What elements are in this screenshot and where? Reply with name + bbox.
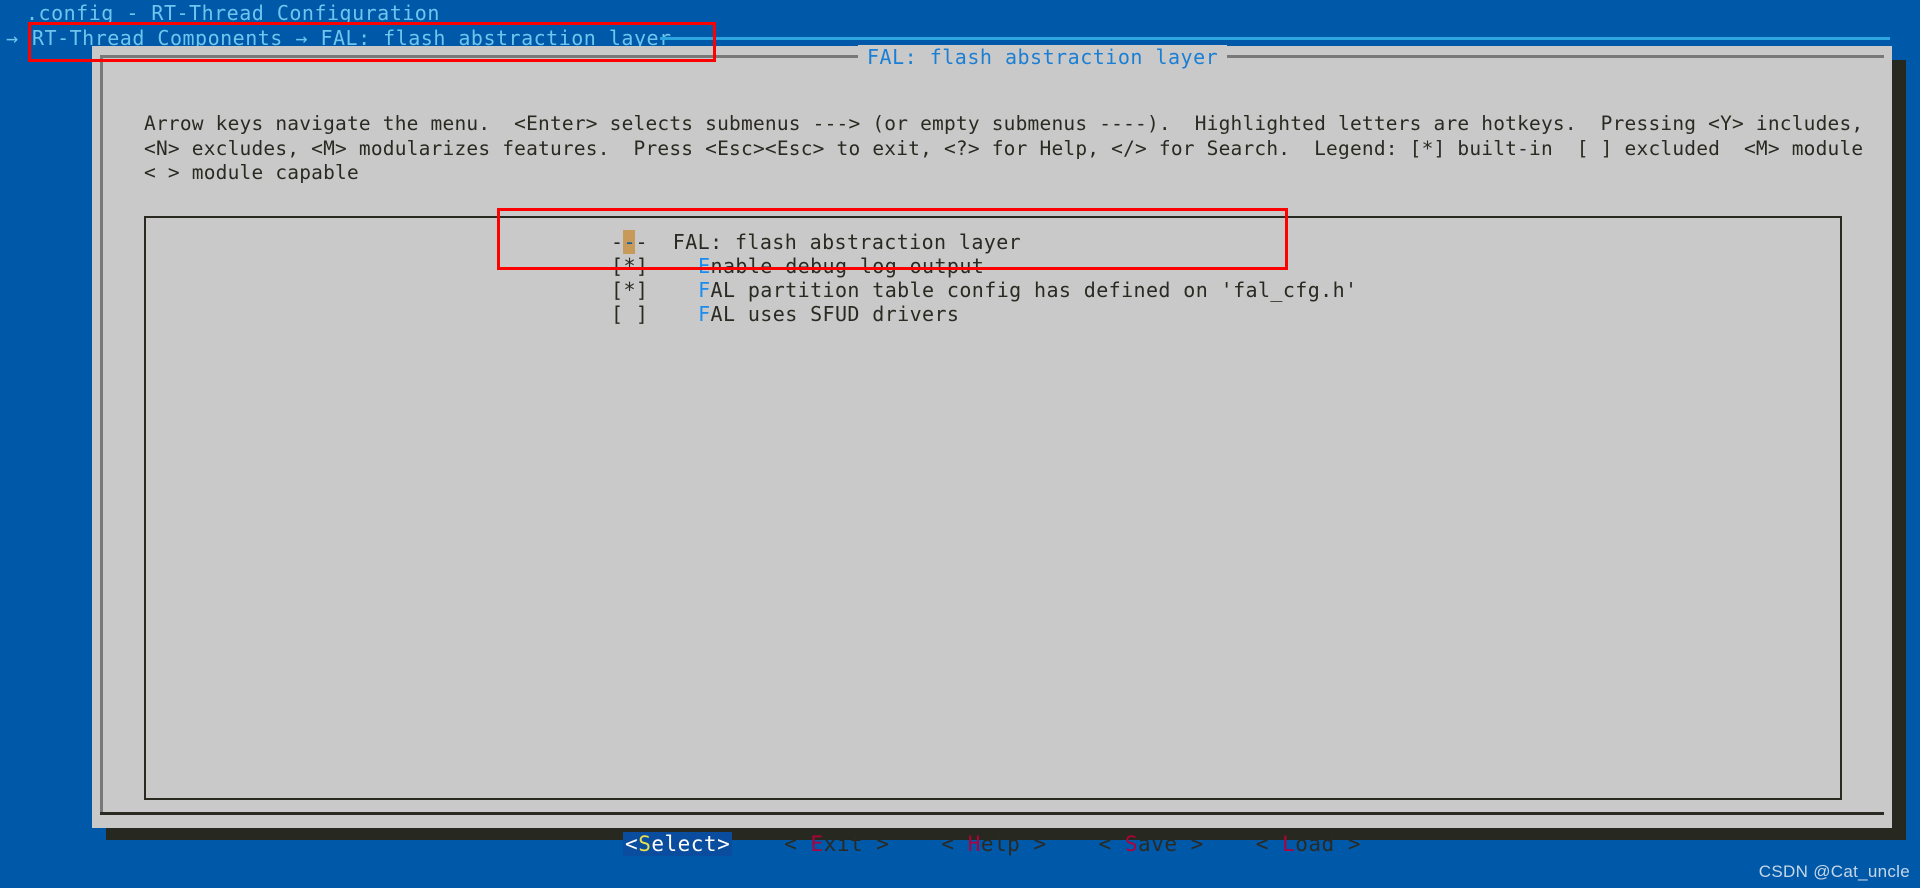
- button-label: elp: [980, 832, 1021, 856]
- menu-rows: --- FAL: flash abstraction layer [*] Enab…: [611, 230, 1357, 326]
- dialog-left-border: [100, 55, 103, 815]
- button-close-bracket: >: [1020, 832, 1047, 856]
- menu-row-content: [ ] FAL uses SFUD drivers: [611, 302, 959, 326]
- watermark: CSDN @Cat_uncle: [1758, 862, 1910, 881]
- button-open-bracket: <: [1255, 832, 1283, 856]
- breadcrumb-rule: [660, 37, 1890, 40]
- button-open-bracket: <: [1098, 832, 1125, 856]
- button-hotkey: S: [1124, 832, 1139, 856]
- breadcrumb-arrow-icon: →: [6, 26, 19, 50]
- checkbox-state[interactable]: [*]: [611, 254, 698, 278]
- menu-header-row[interactable]: --- FAL: flash abstraction layer: [611, 230, 1357, 254]
- menu-item-label: AL partition table config has defined on…: [710, 278, 1358, 302]
- window-title: .config - RT-Thread Configuration: [26, 1, 440, 25]
- button-close-bracket: >: [1177, 832, 1204, 856]
- menu-row-content: --- FAL: flash abstraction layer: [611, 230, 1021, 254]
- menu-option-row[interactable]: [ ] FAL uses SFUD drivers: [611, 302, 1357, 326]
- menu-list-box: --- FAL: flash abstraction layer [*] Enab…: [144, 216, 1842, 800]
- menu-row-content: [*] FAL partition table config has defin…: [611, 278, 1357, 302]
- help-text: Arrow keys navigate the menu. <Enter> se…: [144, 112, 1888, 184]
- button-hotkey: H: [967, 832, 981, 856]
- button-hotkey: S: [638, 832, 652, 856]
- button-label: xit: [823, 832, 864, 856]
- menu-item-hotkey: F: [698, 302, 711, 326]
- menu-item-hotkey: F: [698, 278, 711, 302]
- button-bar: <Select> < Exit > < Help > < Save > < Load >: [92, 832, 1892, 856]
- button-open-bracket: <: [625, 832, 639, 856]
- menu-header-label: - FAL: flash abstraction layer: [635, 230, 1022, 254]
- checkbox-state[interactable]: [*]: [611, 278, 698, 302]
- menu-item-label: nable debug log output: [710, 254, 985, 278]
- menu-option-row[interactable]: [*] Enable debug log output: [611, 254, 1357, 278]
- button-close-bracket: >: [863, 832, 890, 856]
- help-button[interactable]: < Help >: [941, 832, 1046, 856]
- menu-row-content: [*] Enable debug log output: [611, 254, 984, 278]
- exit-button[interactable]: < Exit >: [784, 832, 889, 856]
- checkbox-state[interactable]: [ ]: [611, 302, 698, 326]
- config-dialog: FAL: flash abstraction layer Arrow keys …: [92, 45, 1892, 856]
- menu-item-label: AL uses SFUD drivers: [710, 302, 960, 326]
- menu-item-hotkey: E: [698, 254, 711, 278]
- save-button[interactable]: < Save >: [1099, 832, 1204, 856]
- menu-option-row[interactable]: [*] FAL partition table config has defin…: [611, 278, 1357, 302]
- dialog-header-label: FAL: flash abstraction layer: [858, 45, 1228, 69]
- button-close-bracket: >: [717, 832, 731, 856]
- button-label: ave: [1138, 832, 1178, 856]
- button-label: oad: [1295, 832, 1335, 856]
- button-close-bracket: >: [1334, 832, 1361, 856]
- terminal-cursor-block: -: [623, 230, 636, 254]
- dialog-bottom-border: [100, 812, 1884, 815]
- menu-header-prefix: -: [611, 230, 624, 254]
- button-open-bracket: <: [941, 832, 968, 856]
- button-hotkey: L: [1282, 832, 1296, 856]
- button-open-bracket: <: [784, 832, 811, 856]
- screen: .config - RT-Thread Configuration → RT-T…: [0, 0, 1920, 888]
- load-button[interactable]: < Load >: [1256, 832, 1361, 856]
- select-button[interactable]: <Select>: [623, 832, 733, 856]
- button-label: elect: [651, 832, 718, 856]
- button-hotkey: E: [810, 832, 824, 856]
